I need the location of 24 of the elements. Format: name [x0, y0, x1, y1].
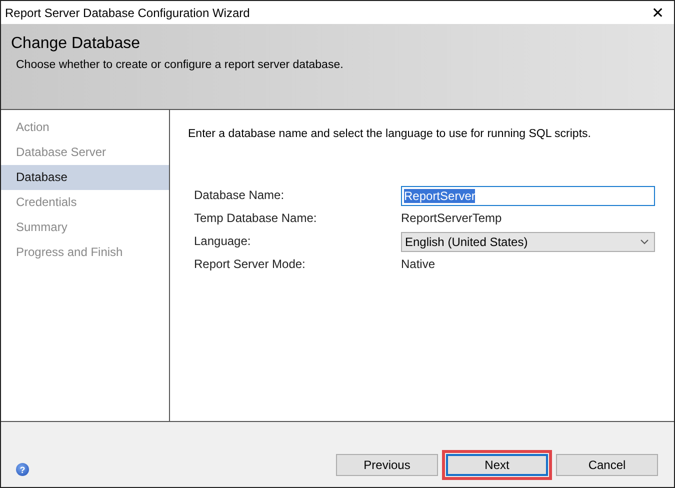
- page-title: Change Database: [11, 35, 140, 53]
- language-dropdown[interactable]: English (United States): [401, 232, 655, 252]
- window-title: Report Server Database Configuration Wizard: [5, 6, 250, 20]
- close-button[interactable]: ✕: [642, 1, 674, 24]
- sidebar-item[interactable]: Progress and Finish: [1, 240, 169, 265]
- wizard-button[interactable]: Next: [446, 454, 548, 476]
- sidebar-item[interactable]: Database Server: [1, 140, 169, 165]
- wizard-button[interactable]: Cancel: [556, 454, 658, 476]
- sidebar-item[interactable]: Action: [1, 115, 169, 140]
- help-icon[interactable]: ?: [16, 463, 29, 476]
- field-label: Language:: [194, 233, 252, 250]
- sidebar-item[interactable]: Database: [1, 165, 169, 190]
- instruction-text: Enter a database name and select the language to use for running SQL scripts.: [188, 128, 591, 140]
- page-subtitle: Choose whether to create or configure a report server database.: [16, 59, 344, 71]
- field-label: Temp Database Name:: [194, 210, 318, 227]
- wizard-button[interactable]: Previous: [336, 454, 438, 476]
- field-value: Native: [401, 256, 436, 273]
- chevron-icon: [640, 238, 649, 244]
- field-label: Report Server Mode:: [194, 256, 306, 273]
- field-label: Database Name:: [194, 187, 286, 204]
- database-name-field[interactable]: ReportServer: [401, 186, 655, 206]
- sidebar-item[interactable]: Credentials: [1, 190, 169, 215]
- sidebar-item[interactable]: Summary: [1, 215, 169, 240]
- field-value: ReportServerTemp: [401, 210, 503, 227]
